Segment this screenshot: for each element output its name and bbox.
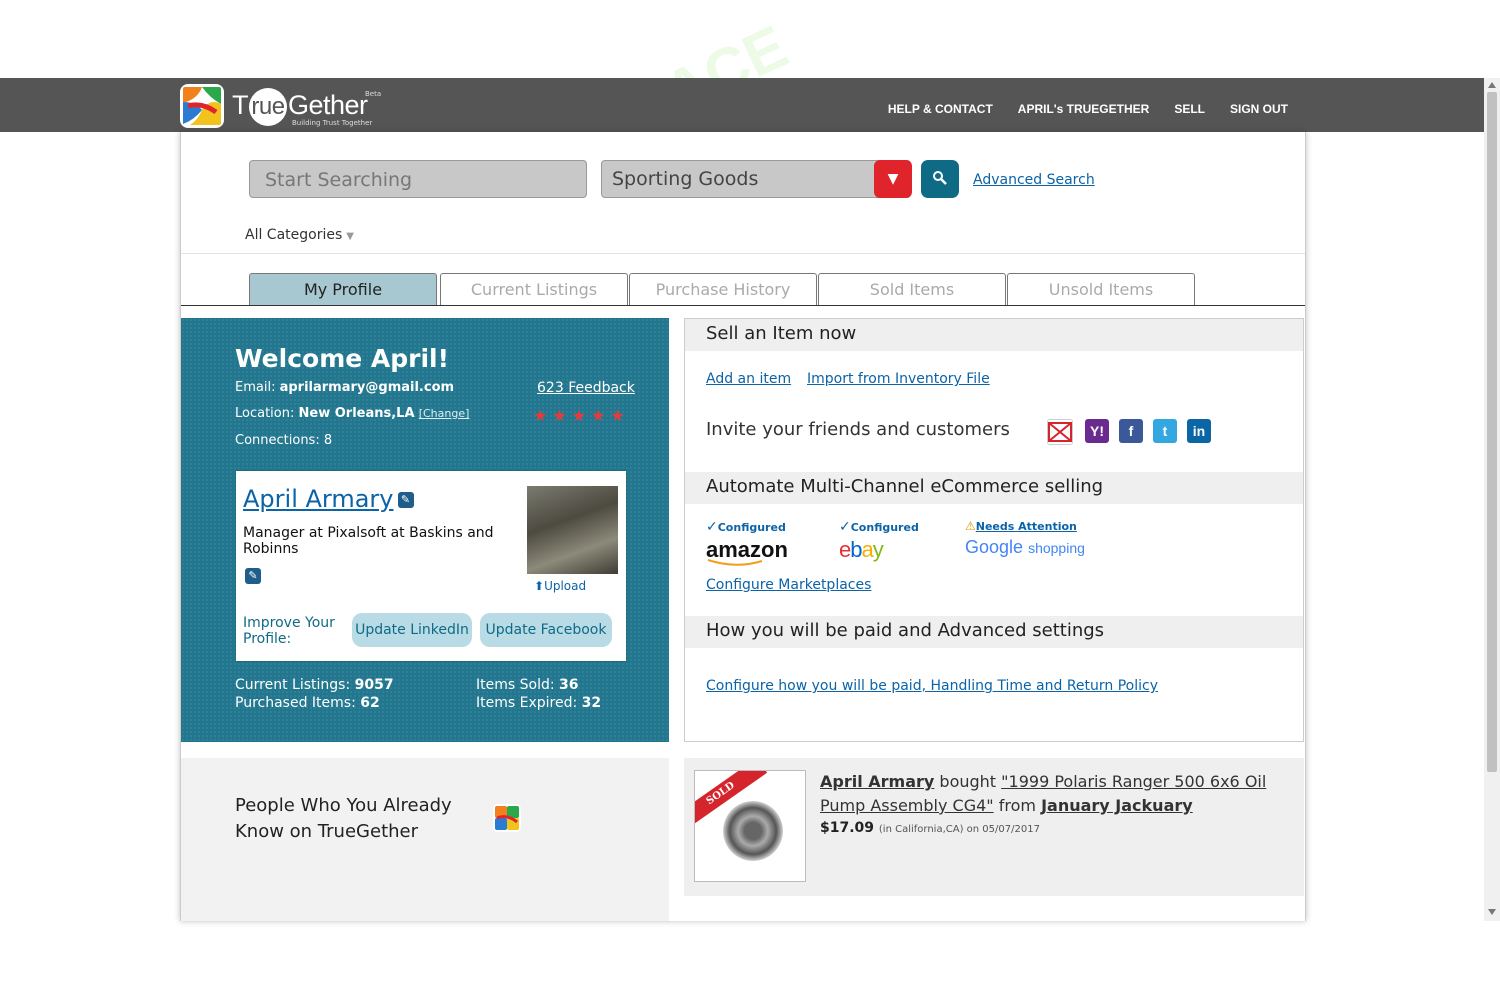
tab-my-profile[interactable]: My Profile	[249, 273, 437, 305]
all-categories-menu[interactable]: All Categories ▼	[245, 227, 354, 243]
yahoo-share-icon[interactable]: Y!	[1085, 419, 1109, 443]
activity-text: April Armary bought "1999 Polaris Ranger…	[820, 772, 1267, 815]
rating-stars: ★★★★★	[533, 406, 630, 425]
checkmark-icon: ✓	[706, 519, 718, 535]
scroll-up-arrow-icon[interactable]	[1488, 82, 1496, 88]
improve-profile-label: Improve Your Profile:	[243, 615, 335, 647]
scroll-down-arrow-icon[interactable]	[1488, 909, 1496, 915]
current-listings-stat: Current Listings: 9057	[235, 677, 394, 693]
amazon-status: ✓Configured	[706, 519, 786, 535]
people-you-know-text: People Who You Already Know on TrueGether	[235, 795, 452, 842]
items-sold-stat: Items Sold: 36	[476, 677, 579, 693]
scroll-thumb[interactable]	[1487, 92, 1497, 772]
payment-settings-heading: How you will be paid and Advanced settin…	[685, 616, 1303, 648]
logo-tagline: Building Trust Together	[292, 119, 373, 127]
tab-unsold-items[interactable]: Unsold Items	[1007, 273, 1195, 305]
profile-summary-card: April Armary ✎ Manager at Pixalsoft at Ba…	[236, 471, 626, 661]
top-header: True Gether Beta Building Trust Together …	[0, 78, 1484, 132]
purchased-items-stat: Purchased Items: 62	[235, 695, 380, 711]
category-select[interactable]: Sporting Goods ▼	[601, 160, 912, 198]
magnifier-icon	[933, 171, 947, 185]
logo-mark-icon	[180, 84, 224, 128]
recent-activity-card: SOLD April Armary bought "1999 Polaris R…	[684, 758, 1304, 896]
checkmark-icon: ✓	[839, 519, 851, 535]
email-value: aprilarmary@gmail.com	[279, 380, 455, 395]
profile-job-title: Manager at Pixalsoft at Baskins and Robi…	[243, 525, 494, 557]
tab-purchase-history[interactable]: Purchase History	[629, 273, 817, 305]
tab-sold-items[interactable]: Sold Items	[818, 273, 1006, 305]
configure-marketplaces-link[interactable]: Configure Marketplaces	[706, 577, 871, 593]
divider	[181, 253, 1305, 254]
nav-help-contact[interactable]: HELP & CONTACT	[888, 102, 993, 116]
amazon-logo[interactable]: amazon	[706, 537, 788, 567]
advanced-search-link[interactable]: Advanced Search	[973, 172, 1095, 188]
search-button[interactable]	[921, 160, 959, 198]
sale-price: $17.09 (in California,CA) on 05/07/2017	[820, 820, 1040, 836]
connections-count: 8	[323, 433, 333, 448]
category-select-value: Sporting Goods	[612, 168, 759, 190]
email-share-icon[interactable]	[1047, 419, 1073, 445]
nav-my-truegether[interactable]: APRIL's TRUEGETHER	[1018, 102, 1150, 116]
main-panel: Start Searching Sporting Goods ▼ Advance…	[180, 132, 1306, 921]
vertical-scrollbar[interactable]	[1484, 78, 1500, 921]
oil-pump-image	[723, 801, 783, 861]
search-input[interactable]: Start Searching	[249, 160, 587, 198]
location-line: Location: New Orleans,LA [Change]	[235, 406, 470, 421]
people-you-know-section: People Who You Already Know on TrueGether	[181, 758, 669, 921]
warning-icon: ⚠	[965, 519, 976, 533]
truegether-small-logo-icon[interactable]	[493, 804, 521, 832]
seller-link[interactable]: January Jackuary	[1041, 796, 1193, 815]
upload-arrow-icon: ⬆	[534, 579, 545, 593]
all-categories-label: All Categories	[245, 227, 343, 243]
update-facebook-button[interactable]: Update Facebook	[480, 613, 612, 647]
ebay-status: ✓Configured	[839, 519, 919, 535]
dropdown-arrow-icon[interactable]: ▼	[874, 160, 912, 198]
location-value: New Orleans,LA	[298, 406, 415, 421]
profile-card: Welcome April! Email: aprilarmary@gmail.…	[181, 318, 669, 742]
connections-line: Connections: 8	[235, 433, 333, 448]
linkedin-share-icon[interactable]: in	[1187, 419, 1211, 443]
automate-heading: Automate Multi-Channel eCommerce selling	[685, 472, 1303, 504]
edit-name-icon[interactable]: ✎	[397, 492, 414, 508]
caret-down-icon: ▼	[346, 231, 354, 242]
sell-item-heading: Sell an Item now	[685, 319, 1303, 351]
top-nav: HELP & CONTACT APRIL's TRUEGETHER SELL S…	[888, 102, 1288, 116]
email-line: Email: aprilarmary@gmail.com	[235, 380, 455, 395]
tab-current-listings[interactable]: Current Listings	[440, 273, 628, 305]
tabs-underline	[181, 305, 1305, 306]
add-item-link[interactable]: Add an item	[706, 371, 791, 387]
items-expired-stat: Items Expired: 32	[476, 695, 602, 711]
truegether-logo[interactable]: True Gether Beta Building Trust Together	[180, 82, 390, 128]
ebay-logo[interactable]: ebay	[839, 537, 884, 563]
edit-title-icon[interactable]: ✎	[245, 567, 261, 584]
configure-payment-link[interactable]: Configure how you will be paid, Handling…	[706, 678, 1158, 694]
nav-sell[interactable]: SELL	[1174, 102, 1205, 116]
change-location-link[interactable]: [Change]	[419, 407, 470, 420]
sale-location-date: (in California,CA) on 05/07/2017	[878, 824, 1040, 835]
import-inventory-link[interactable]: Import from Inventory File	[807, 371, 990, 387]
google-shopping-logo[interactable]: Google shopping	[965, 537, 1085, 558]
profile-photo	[527, 486, 618, 574]
feedback-link[interactable]: 623 Feedback	[537, 380, 635, 396]
twitter-share-icon[interactable]: t	[1153, 419, 1177, 443]
welcome-heading: Welcome April!	[235, 344, 450, 373]
buyer-link[interactable]: April Armary	[820, 772, 934, 791]
google-shopping-status[interactable]: ⚠Needs Attention	[965, 519, 1077, 533]
invite-text: Invite your friends and customers	[706, 419, 1010, 440]
update-linkedin-button[interactable]: Update LinkedIn	[352, 613, 472, 647]
sold-item-thumbnail[interactable]: SOLD	[694, 770, 806, 882]
upload-photo-link[interactable]: ⬆Upload	[534, 579, 586, 593]
profile-name-link[interactable]: April Armary ✎	[243, 485, 414, 513]
facebook-share-icon[interactable]: f	[1119, 419, 1143, 443]
sell-panel: Sell an Item now Add an item Import from…	[684, 318, 1304, 742]
beta-label: Beta	[365, 90, 382, 98]
nav-sign-out[interactable]: SIGN OUT	[1230, 102, 1288, 116]
